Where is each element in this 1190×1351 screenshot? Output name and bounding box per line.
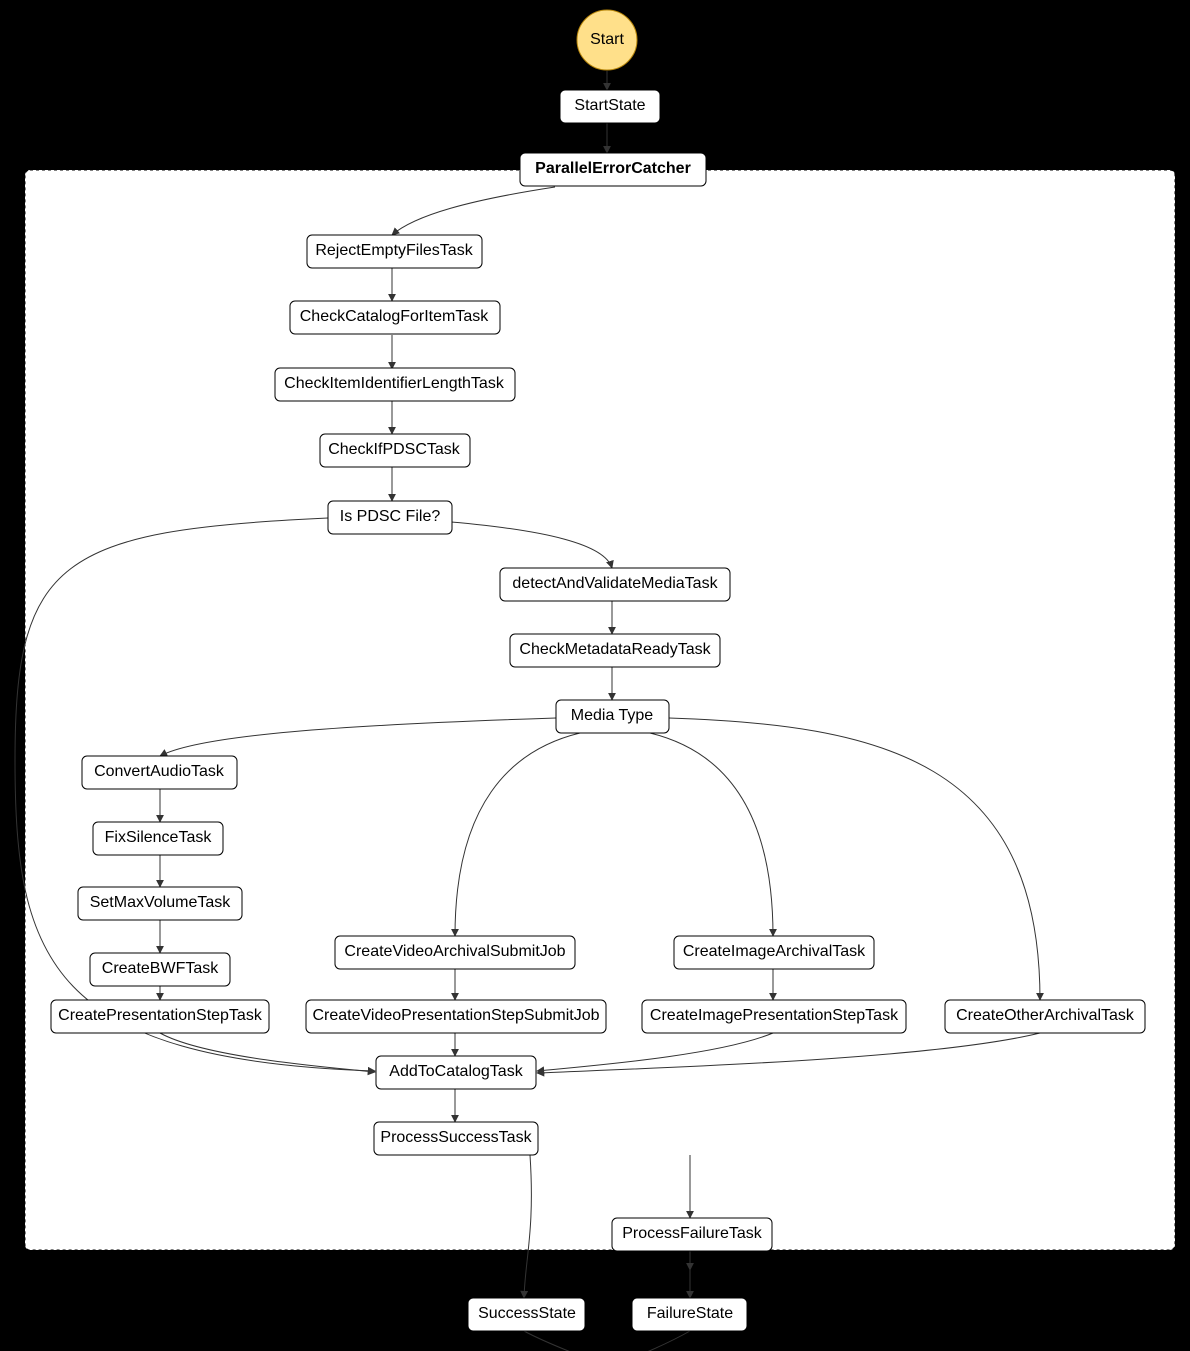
start-state-label: StartState xyxy=(574,97,645,114)
reject-empty-files-label: RejectEmptyFilesTask xyxy=(315,242,473,259)
edge xyxy=(623,1331,690,1351)
set-max-volume-label: SetMaxVolumeTask xyxy=(90,894,232,911)
create-video-presentation-label: CreateVideoPresentationStepSubmitJob xyxy=(313,1007,600,1024)
failure-state-label: FailureState xyxy=(647,1305,733,1322)
check-item-id-length-label: CheckItemIdentifierLengthTask xyxy=(284,375,505,392)
check-if-pdsc-label: CheckIfPDSCTask xyxy=(328,441,461,458)
fix-silence-label: FixSilenceTask xyxy=(105,829,213,846)
create-presentation-step-label: CreatePresentationStepTask xyxy=(58,1007,263,1024)
is-pdsc-file-label: Is PDSC File? xyxy=(340,508,441,525)
flowchart-diagram: Start StartState ParallelErrorCatcher Re… xyxy=(0,0,1190,1351)
check-metadata-ready-label: CheckMetadataReadyTask xyxy=(519,641,711,658)
create-image-presentation-label: CreateImagePresentationStepTask xyxy=(650,1007,899,1024)
detect-validate-media-label: detectAndValidateMediaTask xyxy=(512,575,718,592)
process-success-label: ProcessSuccessTask xyxy=(380,1129,532,1146)
create-image-archival-label: CreateImageArchivalTask xyxy=(683,943,866,960)
process-failure-label: ProcessFailureTask xyxy=(622,1225,763,1242)
media-type-label: Media Type xyxy=(571,707,654,724)
add-to-catalog-label: AddToCatalogTask xyxy=(389,1063,523,1080)
check-catalog-label: CheckCatalogForItemTask xyxy=(300,308,490,325)
convert-audio-label: ConvertAudioTask xyxy=(94,763,225,780)
create-other-archival-label: CreateOtherArchivalTask xyxy=(956,1007,1135,1024)
success-state-label: SuccessState xyxy=(478,1305,576,1322)
parallel-error-catcher-label: ParallelErrorCatcher xyxy=(535,160,691,177)
create-video-archival-label: CreateVideoArchivalSubmitJob xyxy=(344,943,565,960)
edge xyxy=(524,1331,595,1351)
create-bwf-label: CreateBWFTask xyxy=(102,960,219,977)
start-label: Start xyxy=(590,31,624,48)
